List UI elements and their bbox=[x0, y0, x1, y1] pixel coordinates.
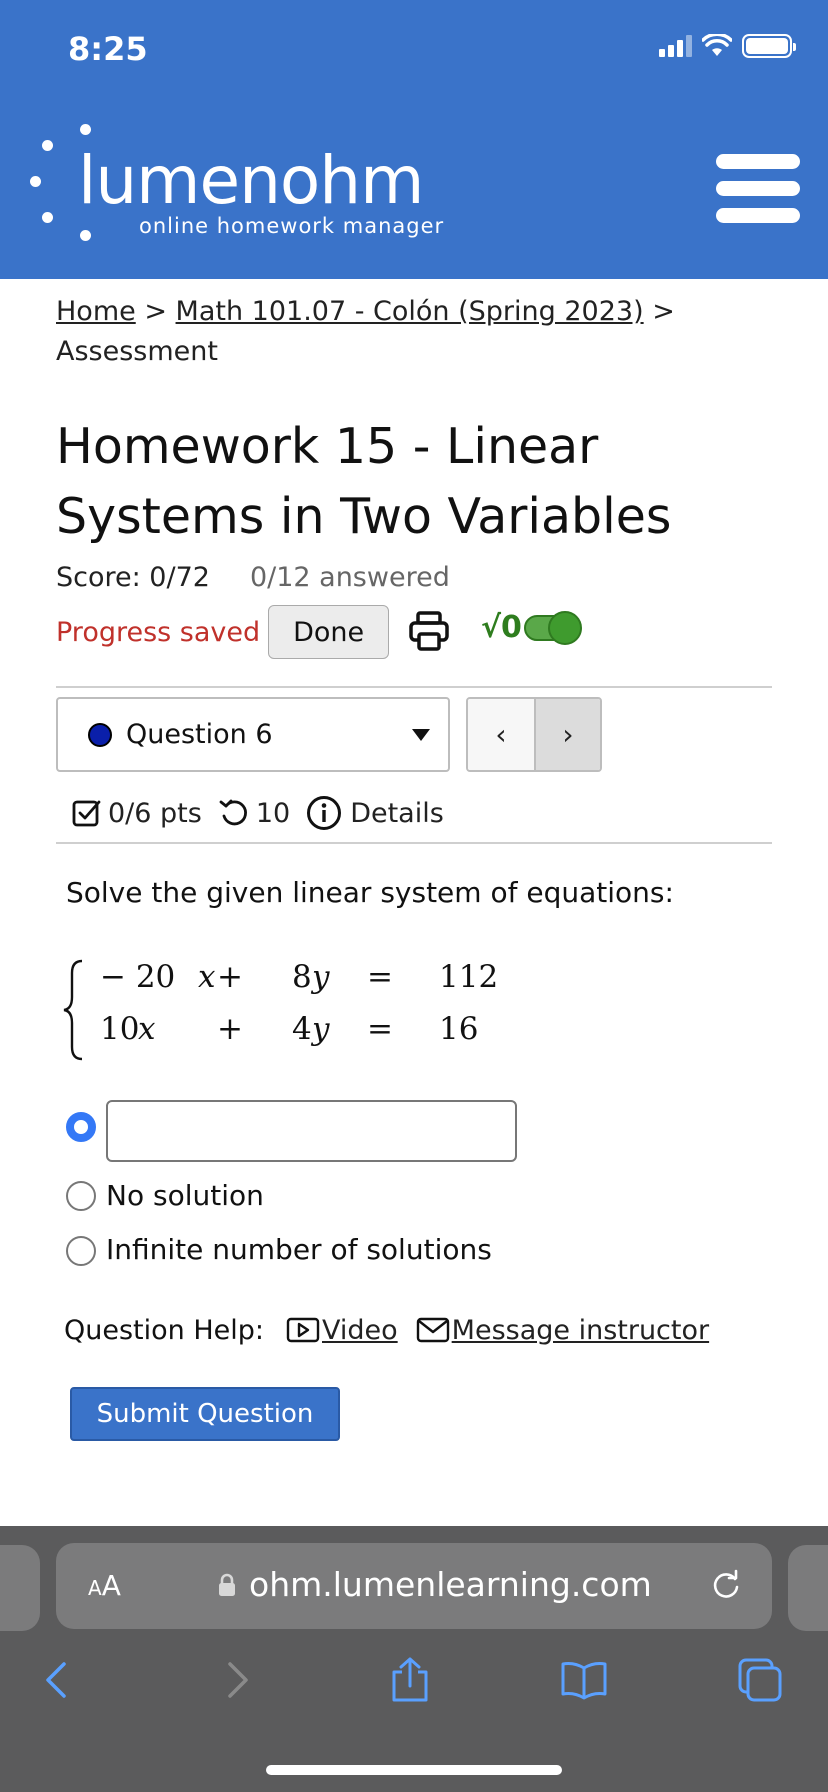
score-text: Score: 0/72 bbox=[56, 562, 210, 593]
equation-operator: + bbox=[217, 1011, 243, 1047]
equation-coefficient: 8 bbox=[292, 959, 312, 995]
details-link[interactable]: Details bbox=[350, 798, 444, 829]
lock-icon bbox=[219, 1573, 235, 1596]
retry-icon bbox=[219, 799, 247, 826]
submit-question-button[interactable]: Submit Question bbox=[70, 1387, 340, 1441]
score-row: Score: 0/72 0/12 answered bbox=[56, 562, 450, 593]
logo-subtitle: online homework manager bbox=[139, 214, 445, 238]
question-status-dot bbox=[88, 722, 112, 747]
equation-variable: y bbox=[312, 1011, 330, 1047]
url-text: ohm.lumenlearning.com bbox=[249, 1565, 652, 1604]
breadcrumb-home-link[interactable]: Home bbox=[56, 296, 136, 327]
equation-operator: + bbox=[217, 959, 243, 995]
divider bbox=[56, 842, 772, 844]
text-size-button[interactable]: AA bbox=[88, 1569, 121, 1602]
question-select[interactable]: Question 6 bbox=[56, 697, 450, 772]
video-link[interactable]: Video bbox=[322, 1315, 398, 1346]
site-header: 8:25 lumenohm online homework manager bbox=[0, 0, 828, 279]
breadcrumb-course-link[interactable]: Math 101.07 - Colón (Spring 2023) bbox=[176, 296, 644, 327]
caret-down-icon bbox=[412, 729, 430, 741]
question-nav-buttons: ‹ › bbox=[466, 697, 602, 772]
question-help: Question Help: Video Message instructor bbox=[64, 1310, 709, 1350]
reload-icon[interactable] bbox=[708, 1567, 744, 1603]
info-icon[interactable] bbox=[306, 795, 342, 831]
logo-wordmark[interactable]: lumenohm bbox=[78, 142, 424, 219]
attempts-count: 10 bbox=[255, 797, 291, 829]
next-tab-preview[interactable] bbox=[788, 1545, 828, 1631]
question-prompt: Solve the given linear system of equatio… bbox=[66, 876, 674, 909]
progress-status: Progress saved bbox=[56, 616, 261, 648]
help-label: Question Help: bbox=[64, 1314, 264, 1346]
page-title: Homework 15 - Linear Systems in Two Vari… bbox=[56, 418, 672, 545]
bookmarks-icon[interactable] bbox=[560, 1656, 608, 1704]
math-display-toggle[interactable]: √0 bbox=[481, 610, 582, 645]
breadcrumb-separator: > bbox=[643, 296, 675, 327]
equation-variable: x bbox=[138, 1011, 156, 1047]
equation-constant: 112 bbox=[439, 959, 499, 995]
done-button[interactable]: Done bbox=[268, 605, 390, 659]
browser-toolbar bbox=[0, 1650, 828, 1710]
math-toggle-label: √0 bbox=[481, 610, 522, 645]
toggle-switch[interactable] bbox=[523, 610, 582, 645]
share-icon[interactable] bbox=[386, 1656, 434, 1704]
infinite-solutions-label[interactable]: Infinite number of solutions bbox=[106, 1233, 492, 1266]
equation-variable: y bbox=[312, 959, 330, 995]
checkbox-icon bbox=[72, 800, 101, 827]
question-select-value: Question 6 bbox=[126, 719, 273, 750]
progress-row: Progress saved Done √0 bbox=[56, 604, 582, 660]
equation-constant: 16 bbox=[439, 1011, 479, 1047]
tabs-icon[interactable] bbox=[736, 1656, 784, 1704]
equation-system: − 20 x + 8 y = 112 10 x + 4 y = 16 bbox=[62, 955, 562, 1065]
back-icon[interactable] bbox=[34, 1656, 82, 1704]
points-text: 0/6 pts bbox=[108, 797, 202, 829]
question-meta: 0/6 pts 10 Details bbox=[72, 790, 444, 836]
home-indicator bbox=[266, 1765, 562, 1775]
cellular-signal-icon bbox=[659, 35, 692, 57]
message-instructor-link[interactable]: Message instructor bbox=[452, 1315, 709, 1346]
print-icon[interactable] bbox=[408, 610, 450, 652]
previous-tab-preview[interactable] bbox=[0, 1545, 40, 1631]
equation-coefficient: 10 bbox=[100, 1011, 140, 1047]
address-bar[interactable]: AA ohm.lumenlearning.com bbox=[56, 1543, 772, 1629]
wifi-icon bbox=[702, 34, 732, 56]
hamburger-menu-icon[interactable] bbox=[716, 154, 800, 224]
video-icon[interactable] bbox=[286, 1317, 320, 1343]
next-question-button[interactable]: › bbox=[534, 699, 600, 770]
no-solution-radio[interactable] bbox=[66, 1181, 96, 1211]
answered-count: 0/12 answered bbox=[249, 562, 450, 593]
forward-icon[interactable] bbox=[212, 1656, 260, 1704]
breadcrumb-current: Assessment bbox=[56, 336, 218, 367]
equation-variable: x bbox=[198, 959, 216, 995]
battery-icon bbox=[742, 34, 796, 58]
no-solution-label[interactable]: No solution bbox=[106, 1179, 264, 1212]
equation-coefficient: − 20 bbox=[100, 959, 176, 995]
status-icons bbox=[659, 34, 796, 58]
previous-question-button[interactable]: ‹ bbox=[468, 699, 534, 770]
infinite-solutions-radio[interactable] bbox=[66, 1236, 96, 1266]
answer-radio[interactable] bbox=[66, 1112, 96, 1142]
answer-input[interactable] bbox=[106, 1100, 517, 1162]
divider bbox=[56, 686, 772, 688]
equation-equals: = bbox=[367, 959, 393, 995]
left-brace-icon bbox=[63, 959, 83, 1061]
mail-icon[interactable] bbox=[416, 1317, 450, 1343]
equation-equals: = bbox=[367, 1011, 393, 1047]
breadcrumb-separator: > bbox=[135, 296, 176, 327]
breadcrumb: Home > Math 101.07 - Colón (Spring 2023)… bbox=[56, 292, 776, 372]
status-time: 8:25 bbox=[68, 30, 148, 68]
equation-coefficient: 4 bbox=[292, 1011, 312, 1047]
